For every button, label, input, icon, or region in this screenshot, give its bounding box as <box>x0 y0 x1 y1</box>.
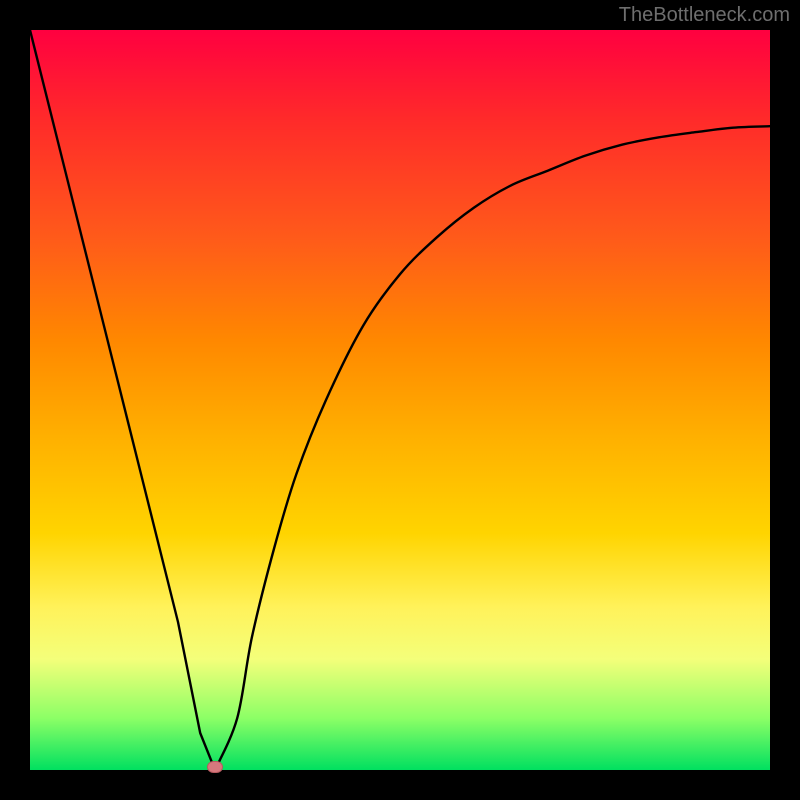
chart-frame: TheBottleneck.com <box>0 0 800 800</box>
attribution-text: TheBottleneck.com <box>619 4 790 27</box>
optimum-marker <box>207 761 223 773</box>
bottleneck-curve <box>30 30 770 770</box>
plot-area <box>30 30 770 770</box>
